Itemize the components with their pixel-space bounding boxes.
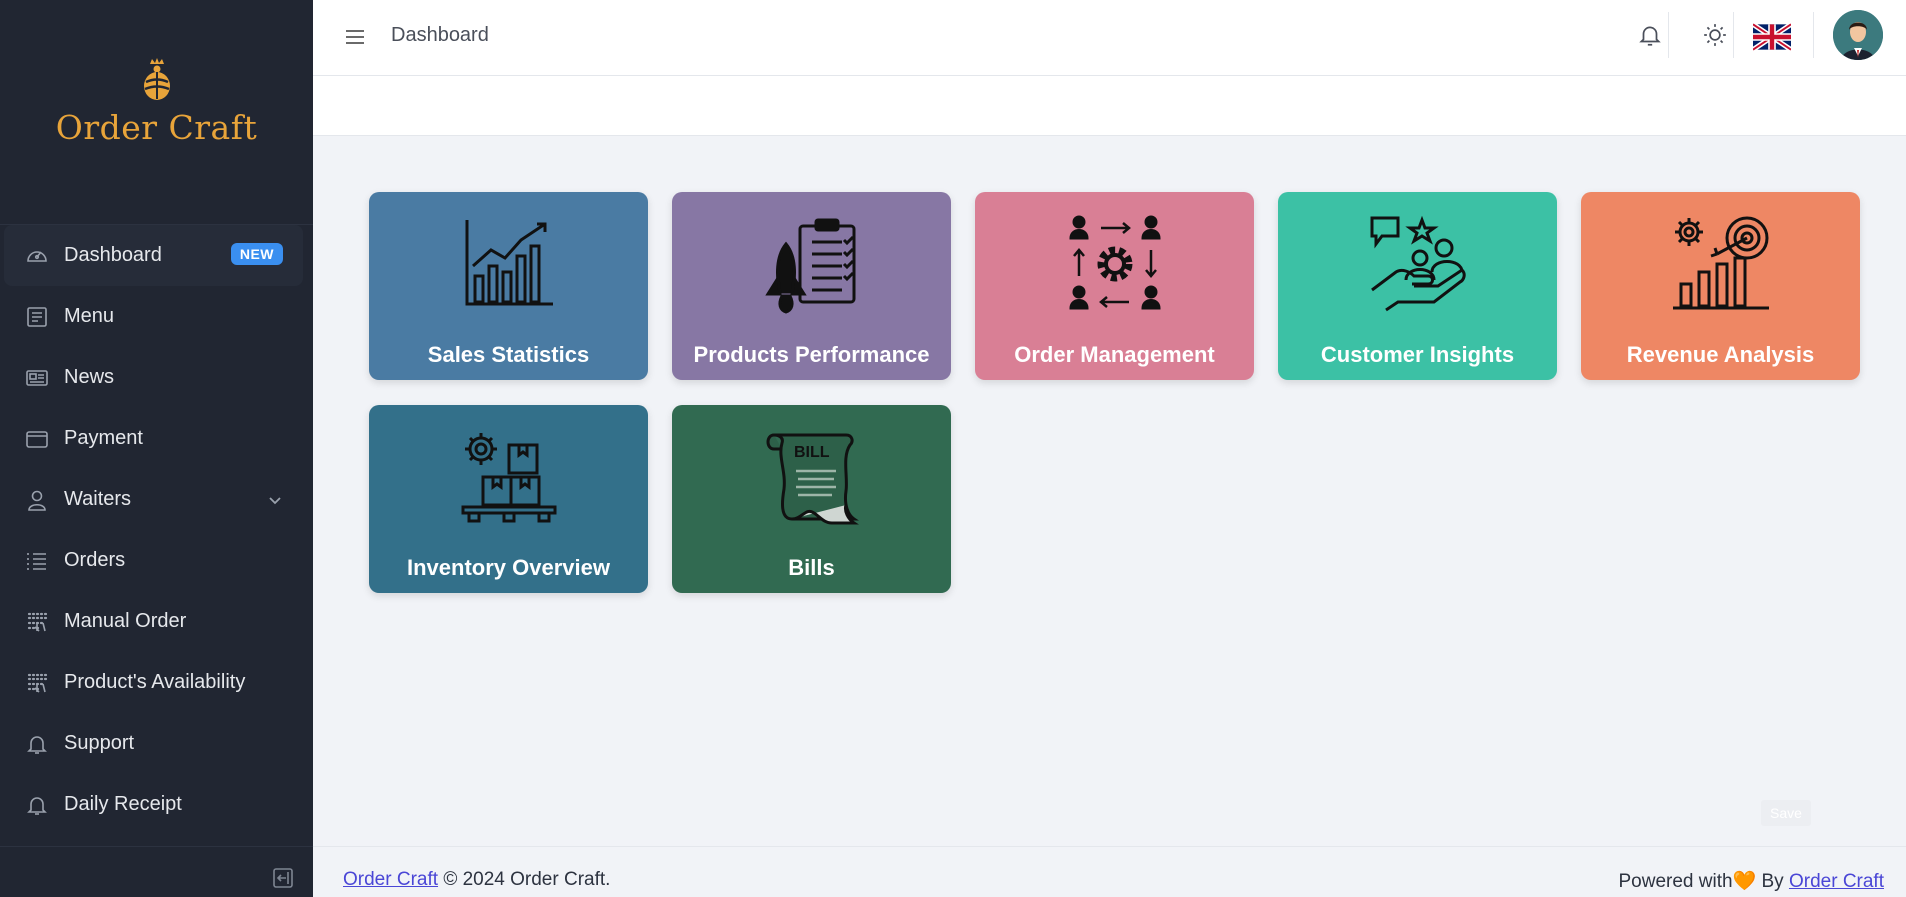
speedometer-icon xyxy=(24,243,50,269)
card-label: Revenue Analysis xyxy=(1626,342,1815,367)
bar-chart-icon xyxy=(369,214,648,314)
card-label: Inventory Overview xyxy=(407,555,610,580)
card-bills[interactable]: BILL Bills xyxy=(672,405,951,593)
sidebar-item-label: Menu xyxy=(64,305,115,327)
divider xyxy=(1668,12,1669,58)
gear-network-icon xyxy=(975,214,1254,314)
sidebar-item-orders[interactable]: Orders xyxy=(0,530,313,591)
card-sales-statistics[interactable]: Sales Statistics xyxy=(369,192,648,380)
menu-doc-icon xyxy=(24,304,50,330)
save-button[interactable]: Save xyxy=(1761,800,1811,826)
hamburger-menu-icon[interactable] xyxy=(343,25,369,49)
footer: Order Craft © 2024 Order Craft. Powered … xyxy=(313,846,1906,897)
list-icon xyxy=(24,548,50,574)
avatar[interactable] xyxy=(1833,10,1883,60)
target-chart-icon xyxy=(1581,214,1860,314)
card-label: Customer Insights xyxy=(1320,342,1515,367)
card-label: Products Performance xyxy=(693,342,930,367)
sidebar-item-news[interactable]: News xyxy=(0,347,313,408)
divider xyxy=(0,846,313,847)
dots-grid-icon xyxy=(24,670,50,696)
copyright-text: © 2024 Order Craft. xyxy=(443,869,611,890)
page-title: Dashboard xyxy=(391,24,489,46)
sidebar-item-waiters[interactable]: Waiters xyxy=(0,469,313,530)
card-label: Sales Statistics xyxy=(427,342,590,367)
notification-bell-icon[interactable] xyxy=(1635,20,1665,50)
card-order-management[interactable]: Order Management xyxy=(975,192,1254,380)
sidebar-item-dashboard[interactable]: Dashboard NEW xyxy=(4,225,303,286)
svg-text:BILL: BILL xyxy=(794,444,830,461)
bell-icon xyxy=(24,731,50,757)
boxes-pallet-icon xyxy=(369,427,648,527)
collapse-sidebar-icon[interactable] xyxy=(272,867,294,889)
sidebar-item-label: Support xyxy=(64,732,135,754)
person-icon xyxy=(24,487,50,513)
dots-grid-icon xyxy=(24,609,50,635)
brand[interactable]: Order Craft xyxy=(0,58,313,147)
sidebar-item-payment[interactable]: Payment xyxy=(0,408,313,469)
divider xyxy=(1733,12,1734,58)
rocket-clipboard-icon xyxy=(672,214,951,314)
sidebar-item-label: Product's Availability xyxy=(64,671,246,693)
customer-hand-icon xyxy=(1278,214,1557,314)
divider xyxy=(1813,12,1814,58)
sidebar-item-label: Orders xyxy=(64,549,126,571)
sidebar-item-label: Manual Order xyxy=(64,610,187,632)
top-header: Dashboard xyxy=(313,0,1906,76)
bill-scroll-icon: BILL xyxy=(672,427,951,527)
heart-icon: 🧡 xyxy=(1732,871,1757,892)
sidebar-item-manual-order[interactable]: Manual Order xyxy=(0,591,313,652)
sidebar-item-product-availability[interactable]: Product's Availability xyxy=(0,652,313,713)
card-label: Bills xyxy=(788,555,835,580)
sidebar-item-support[interactable]: Support xyxy=(0,713,313,774)
card-customer-insights[interactable]: Customer Insights xyxy=(1278,192,1557,380)
sidebar-item-daily-receipt[interactable]: Daily Receipt xyxy=(0,774,313,835)
sidebar-nav: Dashboard NEW Menu News Payment Waiters … xyxy=(0,225,313,835)
sidebar: Order Craft Dashboard NEW Menu News Paym… xyxy=(0,0,313,897)
card-products-performance[interactable]: Products Performance xyxy=(672,192,951,380)
chevron-down-icon[interactable] xyxy=(267,491,283,514)
powered-text: Powered with xyxy=(1618,871,1733,892)
footer-copyright: Order Craft © 2024 Order Craft. xyxy=(343,869,610,891)
powered-by-link[interactable]: Order Craft xyxy=(1789,871,1884,892)
by-text: By xyxy=(1761,871,1784,892)
wallet-icon xyxy=(24,426,50,452)
sun-theme-icon[interactable] xyxy=(1700,20,1730,50)
uk-flag-icon[interactable] xyxy=(1753,23,1791,51)
sidebar-item-label: Daily Receipt xyxy=(64,793,182,815)
new-badge: NEW xyxy=(230,243,283,265)
brand-name: Order Craft xyxy=(55,108,258,147)
sidebar-item-label: News xyxy=(64,366,115,388)
bell-icon xyxy=(24,792,50,818)
sidebar-item-label: Dashboard xyxy=(64,244,162,266)
sidebar-item-label: Payment xyxy=(64,427,143,449)
footer-brand-link[interactable]: Order Craft xyxy=(343,869,438,890)
sidebar-item-menu[interactable]: Menu xyxy=(0,286,313,347)
card-revenue-analysis[interactable]: Revenue Analysis xyxy=(1581,192,1860,380)
footer-powered-by: Powered with🧡 By Order Craft xyxy=(1618,869,1884,893)
sidebar-item-label: Waiters xyxy=(64,488,132,510)
sub-header-bar xyxy=(313,76,1906,136)
card-inventory-overview[interactable]: Inventory Overview xyxy=(369,405,648,593)
bee-logo-icon xyxy=(143,58,170,100)
newspaper-icon xyxy=(24,365,50,391)
card-label: Order Management xyxy=(1014,342,1215,367)
